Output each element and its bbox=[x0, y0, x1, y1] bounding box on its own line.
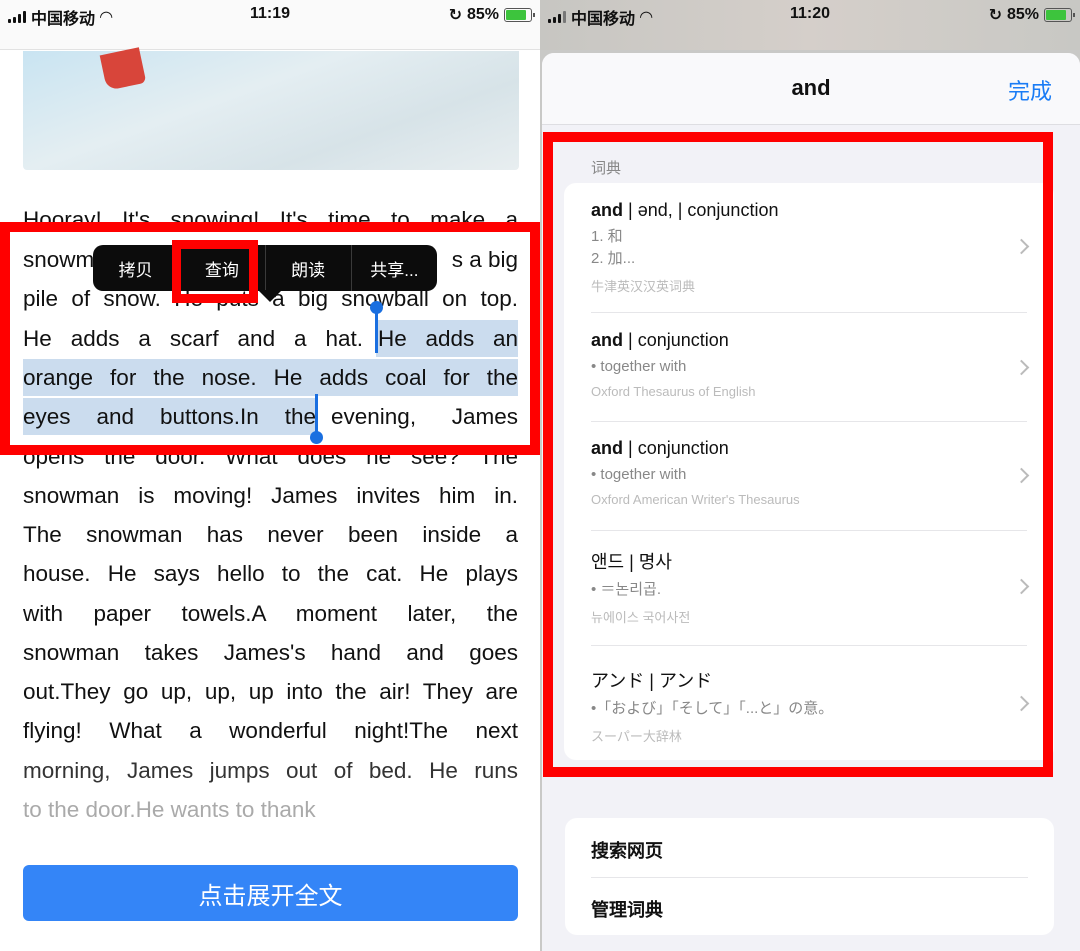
rotation-lock-icon: ↻ bbox=[448, 7, 462, 24]
fade-overlay bbox=[0, 830, 540, 860]
status-bar: 中国移动 ◠ 11:19 ↻ 85% bbox=[0, 0, 540, 50]
article-line: to the door.He wants to thank bbox=[23, 797, 316, 822]
battery-percent: 85% bbox=[1006, 6, 1039, 23]
article-line: house. He says hello to the cat. He play… bbox=[23, 561, 518, 586]
rotation-lock-icon: ↻ bbox=[988, 7, 1002, 24]
article-line: morning, James jumps out of bed. He runs bbox=[23, 758, 518, 783]
done-button[interactable]: 完成 bbox=[1008, 74, 1052, 106]
snowman-scarf bbox=[99, 47, 147, 91]
search-web-button[interactable]: 搜索网页 bbox=[591, 837, 663, 863]
battery-icon bbox=[504, 8, 535, 22]
sheet-header: and 完成 bbox=[542, 53, 1080, 125]
article-line: out.They go up, up, up into the air! The… bbox=[23, 679, 518, 704]
article-line: The snowman has never been inside a bbox=[23, 522, 518, 547]
status-bar: 中国移动 ◠ 11:20 ↻ 85% bbox=[540, 0, 1080, 50]
left-screen: 中国移动 ◠ 11:19 ↻ 85% Hooray! It's snowing! I… bbox=[0, 0, 540, 951]
battery-icon bbox=[1044, 8, 1075, 22]
article-line: snowman is moving! James invites him in. bbox=[23, 483, 518, 508]
expand-full-text-button[interactable]: 点击展开全文 bbox=[23, 865, 518, 921]
annotation-box-lookup bbox=[172, 240, 258, 303]
article-line: snowman takes James's hand and goes bbox=[23, 640, 518, 665]
divider bbox=[591, 877, 1028, 878]
annotation-box bbox=[0, 222, 540, 455]
article-line: with paper towels.A moment later, the bbox=[23, 601, 518, 626]
sheet-title: and bbox=[791, 75, 831, 100]
article-image bbox=[23, 47, 519, 170]
manage-dictionaries-button[interactable]: 管理词典 bbox=[591, 896, 663, 922]
annotation-box bbox=[543, 132, 1053, 777]
article-line: flying! What a wonderful night!The next bbox=[23, 718, 518, 743]
battery-percent: 85% bbox=[466, 6, 499, 23]
